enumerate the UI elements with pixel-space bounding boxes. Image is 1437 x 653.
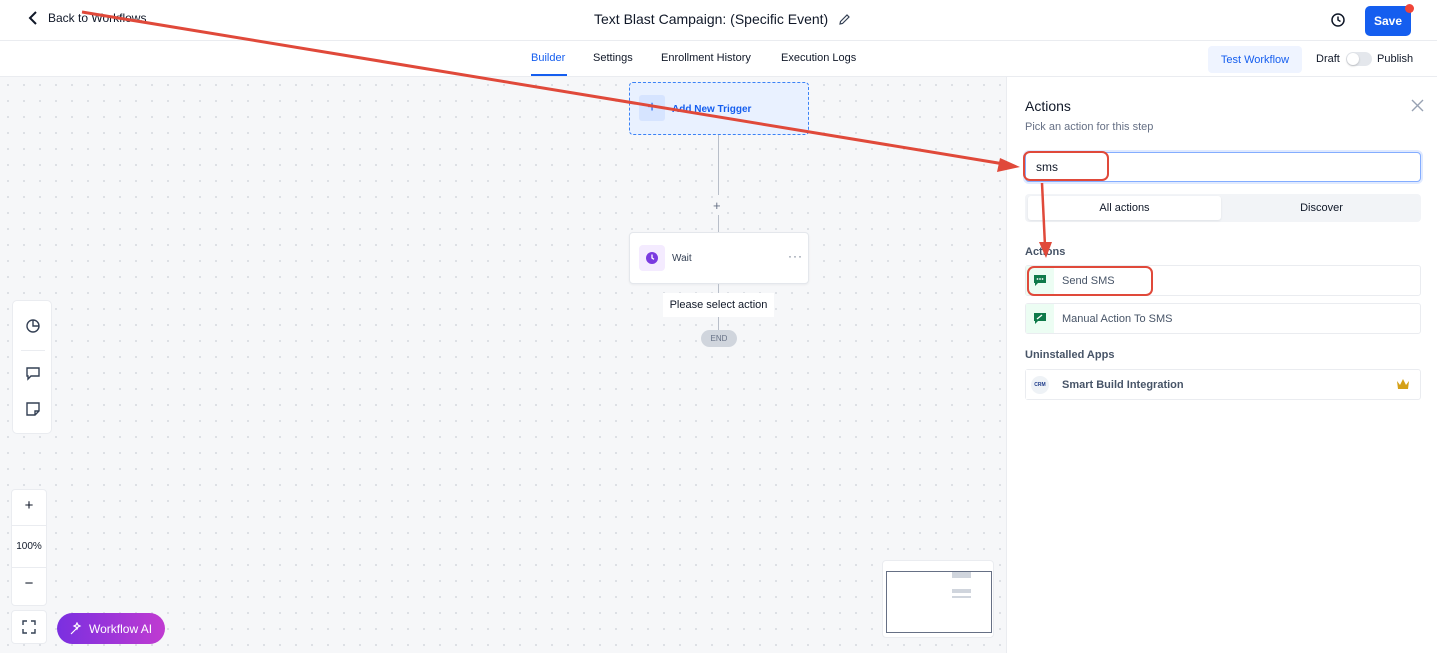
segment-all-actions[interactable]: All actions: [1028, 196, 1221, 220]
save-label: Save: [1373, 14, 1403, 28]
top-bar: Back to Workflows Text Blast Campaign: (…: [0, 0, 1437, 41]
add-trigger-node[interactable]: + Add New Trigger: [629, 82, 809, 135]
crm-logo-text: CRM: [1031, 375, 1049, 394]
chevron-left-icon: [28, 11, 37, 25]
active-tab-indicator: [531, 74, 567, 76]
panel-title: Actions: [1025, 98, 1071, 114]
workflow-title: Text Blast Campaign: (Specific Event): [594, 11, 851, 27]
minimap-node: [952, 572, 971, 578]
trigger-label: Add New Trigger: [672, 104, 752, 115]
action-manual-sms[interactable]: Manual Action To SMS: [1025, 303, 1421, 334]
actions-panel: Actions Pick an action for this step All…: [1006, 77, 1437, 653]
connector-line: [718, 135, 719, 195]
minimap-node: [952, 589, 971, 593]
pencil-icon[interactable]: [838, 13, 851, 26]
action-label: Send SMS: [1062, 274, 1115, 287]
zoom-level: 100%: [16, 541, 42, 552]
uninstalled-apps-heading: Uninstalled Apps: [1025, 349, 1115, 361]
minimap-viewport: [886, 571, 992, 633]
sticky-note-icon[interactable]: [25, 401, 41, 417]
sms-icon: [1026, 266, 1054, 295]
crm-logo: CRM: [1026, 370, 1054, 399]
panel-subtitle: Pick an action for this step: [1025, 121, 1154, 133]
tab-settings[interactable]: Settings: [593, 52, 633, 64]
zoom-controls: + 100% −: [11, 489, 47, 606]
history-icon[interactable]: [1330, 12, 1346, 28]
workflow-ai-label: Workflow AI: [89, 621, 153, 636]
back-to-workflows-link[interactable]: Back to Workflows: [28, 11, 146, 25]
connector-line: [718, 215, 719, 232]
app-smart-build-integration[interactable]: CRM Smart Build Integration: [1025, 369, 1421, 400]
minimap[interactable]: [882, 560, 994, 638]
draft-label: Draft: [1316, 53, 1340, 65]
action-segment-control: All actions Discover: [1025, 194, 1421, 222]
tab-bar: Builder Settings Enrollment History Exec…: [0, 41, 1437, 77]
select-action-placeholder[interactable]: Please select action: [663, 293, 774, 317]
toolbar-divider: [21, 350, 45, 351]
workflow-title-text: Text Blast Campaign: (Specific Event): [594, 11, 829, 27]
action-label: Manual Action To SMS: [1062, 312, 1173, 325]
expand-icon: [22, 620, 36, 634]
end-node: END: [701, 330, 737, 347]
fit-view-button[interactable]: [11, 610, 47, 644]
notification-dot: [1405, 4, 1414, 13]
add-step-button[interactable]: +: [713, 198, 721, 213]
chart-pie-icon[interactable]: [25, 318, 41, 334]
tab-execution-logs[interactable]: Execution Logs: [781, 52, 856, 64]
magic-wand-icon: [70, 621, 82, 634]
close-icon[interactable]: [1411, 99, 1424, 112]
back-label: Back to Workflows: [48, 11, 147, 25]
test-workflow-button[interactable]: Test Workflow: [1208, 46, 1302, 73]
wait-node[interactable]: Wait ···: [629, 232, 809, 284]
publish-label: Publish: [1377, 53, 1414, 65]
clock-icon: [639, 245, 665, 271]
zoom-in-button[interactable]: +: [12, 497, 46, 514]
action-search-input[interactable]: [1025, 152, 1421, 182]
crown-icon: [1397, 379, 1409, 389]
wait-label: Wait: [672, 253, 692, 264]
save-button[interactable]: Save: [1365, 6, 1411, 36]
segment-discover[interactable]: Discover: [1225, 196, 1418, 220]
actions-heading: Actions: [1025, 246, 1066, 258]
tab-builder[interactable]: Builder: [531, 52, 565, 64]
app-label: Smart Build Integration: [1062, 378, 1184, 391]
canvas-side-toolbar: [12, 300, 52, 434]
workflow-canvas[interactable]: + Add New Trigger + Wait ··· Please sele…: [0, 77, 1006, 653]
tab-enrollment-history[interactable]: Enrollment History: [661, 52, 751, 64]
zoom-divider: [12, 567, 46, 568]
zoom-out-button[interactable]: −: [12, 575, 46, 592]
workflow-ai-button[interactable]: Workflow AI: [57, 613, 165, 644]
minimap-node: [952, 596, 971, 598]
comment-icon[interactable]: [25, 365, 41, 381]
toggle-knob: [1347, 53, 1359, 65]
publish-toggle[interactable]: [1346, 52, 1372, 66]
test-workflow-label: Test Workflow: [1220, 53, 1290, 66]
plus-icon: +: [639, 95, 665, 121]
manual-sms-icon: [1026, 304, 1054, 333]
zoom-divider: [12, 525, 46, 526]
more-options-icon[interactable]: ···: [788, 249, 803, 263]
action-send-sms[interactable]: Send SMS: [1025, 265, 1421, 296]
